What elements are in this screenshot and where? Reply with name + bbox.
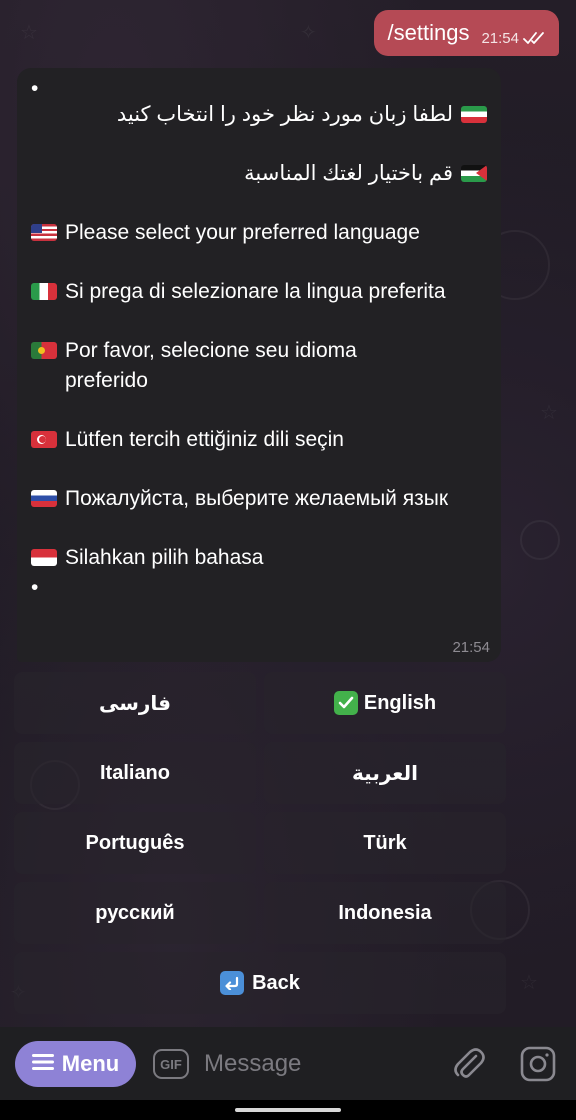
message-line-arabic: قم باختيار لغتك المناسبة: [31, 159, 487, 189]
message-line-italian: Si prega di selezionare la lingua prefer…: [31, 277, 487, 307]
button-label: Indonesia: [338, 901, 432, 924]
button-label: Türk: [363, 831, 407, 854]
gif-icon[interactable]: GIF: [153, 1049, 189, 1079]
message-line-text: Si prega di selezionare la lingua prefer…: [65, 280, 446, 303]
hamburger-icon: [31, 1053, 54, 1076]
message-line-text: Пожалуйста, выберите желаемый язык: [65, 487, 449, 510]
message-line-persian: لطفا زبان مورد نظر خود را انتخاب کنید: [31, 100, 487, 130]
outgoing-message-text: /settings: [387, 20, 470, 45]
keyboard-row: Italiano العربية: [14, 742, 506, 804]
inline-keyboard: فارسی English Italiano العربية Português…: [14, 672, 506, 1022]
back-arrow-icon: [220, 971, 245, 995]
message-line-russian: Пожалуйста, выберите желаемый язык: [31, 484, 487, 514]
button-label: English: [363, 691, 437, 714]
message-line-text: Lütfen tercih ettiğiniz dili seçin: [65, 428, 344, 451]
check-mark-icon: [333, 691, 358, 715]
camera-icon[interactable]: [519, 1045, 557, 1088]
message-line-portuguese: Por favor, selecione seu idioma preferid…: [31, 336, 487, 396]
incoming-message-time: 21:54: [452, 639, 490, 656]
doodle-star-icon: ☆: [20, 20, 38, 44]
language-button-persian[interactable]: فارسی: [14, 672, 256, 734]
language-button-russian[interactable]: русский: [14, 882, 256, 944]
doodle-star-icon: ✧: [300, 20, 317, 44]
outgoing-message-meta: 21:54: [481, 30, 545, 47]
language-button-arabic[interactable]: العربية: [264, 742, 506, 804]
button-label: Italiano: [99, 761, 170, 784]
bullet-bottom: •: [31, 576, 39, 599]
iran-flag-icon: [461, 106, 487, 123]
double-check-icon: [523, 31, 545, 45]
language-button-portuguese[interactable]: Português: [14, 812, 256, 874]
portugal-flag-icon: [31, 342, 57, 359]
doodle-circle: [520, 520, 560, 560]
system-nav-bar: [0, 1100, 576, 1120]
message-line-english: Please select your preferred language: [31, 218, 487, 248]
us-flag-icon: [31, 224, 57, 241]
russia-flag-icon: [31, 490, 57, 507]
keyboard-row: русский Indonesia: [14, 882, 506, 944]
language-button-indonesian[interactable]: Indonesia: [264, 882, 506, 944]
keyboard-row: Português Türk: [14, 812, 506, 874]
indonesia-flag-icon: [31, 549, 57, 566]
button-label: русский: [95, 901, 175, 924]
message-line-text: Please select your preferred language: [65, 221, 420, 244]
message-input[interactable]: [204, 1045, 434, 1083]
menu-label: Menu: [61, 1051, 120, 1076]
message-line-text: Silahkan pilih bahasa: [65, 546, 264, 569]
language-button-italian[interactable]: Italiano: [14, 742, 256, 804]
message-input-bar: Menu GIF: [0, 1027, 576, 1100]
message-line-text: لطفا زبان مورد نظر خود را انتخاب کنید: [116, 103, 453, 126]
outgoing-message[interactable]: /settings 21:54: [373, 10, 559, 56]
language-button-english[interactable]: English: [264, 672, 506, 734]
language-button-turkish[interactable]: Türk: [264, 812, 506, 874]
button-label: العربية: [352, 762, 418, 785]
doodle-star-icon: ☆: [520, 970, 538, 994]
italy-flag-icon: [31, 283, 57, 300]
outgoing-message-time: 21:54: [481, 29, 519, 47]
palestine-flag-icon: [461, 165, 487, 182]
bullet-top: •: [31, 77, 39, 100]
message-line-text: Por favor, selecione seu idioma preferid…: [65, 339, 357, 392]
back-button[interactable]: Back: [14, 952, 506, 1014]
gif-label: GIF: [160, 1056, 182, 1072]
keyboard-row: Back: [14, 952, 506, 1014]
keyboard-row: فارسی English: [14, 672, 506, 734]
incoming-message[interactable]: • لطفا زبان مورد نظر خود را انتخاب کنید …: [17, 68, 501, 662]
home-indicator[interactable]: [235, 1108, 341, 1112]
paperclip-icon[interactable]: [452, 1044, 486, 1089]
button-label: فارسی: [98, 692, 172, 715]
button-label: Back: [252, 971, 300, 994]
message-line-indonesian: Silahkan pilih bahasa: [31, 543, 487, 573]
doodle-star-icon: ☆: [540, 400, 558, 424]
button-label: Português: [85, 831, 185, 854]
message-line-turkish: Lütfen tercih ettiğiniz dili seçin: [31, 425, 487, 455]
menu-button[interactable]: Menu: [15, 1041, 136, 1087]
message-line-text: قم باختيار لغتك المناسبة: [244, 162, 453, 185]
turkey-flag-icon: [31, 431, 57, 448]
